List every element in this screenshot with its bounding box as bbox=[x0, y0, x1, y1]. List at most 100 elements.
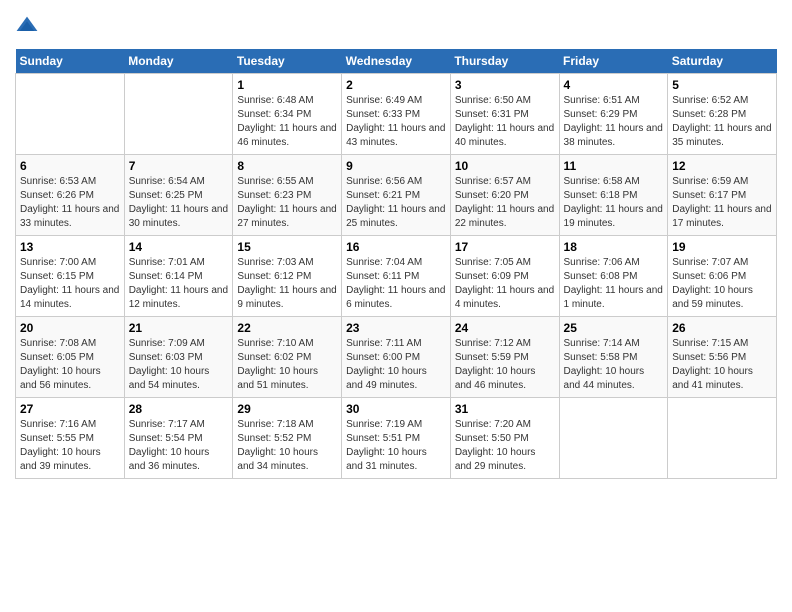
day-number: 29 bbox=[237, 402, 337, 416]
day-cell: 30 Sunrise: 7:19 AM Sunset: 5:51 PM Dayli… bbox=[342, 398, 451, 479]
day-number: 2 bbox=[346, 78, 446, 92]
day-cell: 19 Sunrise: 7:07 AM Sunset: 6:06 PM Dayli… bbox=[668, 236, 777, 317]
day-info: Sunrise: 6:49 AM Sunset: 6:33 PM Dayligh… bbox=[346, 94, 446, 150]
day-cell: 29 Sunrise: 7:18 AM Sunset: 5:52 PM Dayli… bbox=[233, 398, 342, 479]
calendar-table: SundayMondayTuesdayWednesdayThursdayFrid… bbox=[15, 49, 777, 479]
day-info: Sunrise: 7:05 AM Sunset: 6:09 PM Dayligh… bbox=[455, 256, 555, 312]
day-cell: 18 Sunrise: 7:06 AM Sunset: 6:08 PM Dayli… bbox=[559, 236, 668, 317]
day-cell: 9 Sunrise: 6:56 AM Sunset: 6:21 PM Daylig… bbox=[342, 155, 451, 236]
day-info: Sunrise: 7:18 AM Sunset: 5:52 PM Dayligh… bbox=[237, 418, 337, 474]
day-info: Sunrise: 7:20 AM Sunset: 5:50 PM Dayligh… bbox=[455, 418, 555, 474]
column-header-monday: Monday bbox=[124, 49, 233, 74]
day-number: 6 bbox=[20, 159, 120, 173]
day-number: 16 bbox=[346, 240, 446, 254]
day-number: 23 bbox=[346, 321, 446, 335]
calendar-header-row: SundayMondayTuesdayWednesdayThursdayFrid… bbox=[16, 49, 777, 74]
day-cell: 27Sunrise: 7:16 AM Sunset: 5:55 PM Dayli… bbox=[16, 398, 125, 479]
day-info: Sunrise: 7:14 AM Sunset: 5:58 PM Dayligh… bbox=[564, 337, 664, 393]
day-cell: 20Sunrise: 7:08 AM Sunset: 6:05 PM Dayli… bbox=[16, 317, 125, 398]
day-info: Sunrise: 7:19 AM Sunset: 5:51 PM Dayligh… bbox=[346, 418, 446, 474]
day-info: Sunrise: 7:01 AM Sunset: 6:14 PM Dayligh… bbox=[129, 256, 229, 312]
day-cell: 26 Sunrise: 7:15 AM Sunset: 5:56 PM Dayli… bbox=[668, 317, 777, 398]
day-info: Sunrise: 7:10 AM Sunset: 6:02 PM Dayligh… bbox=[237, 337, 337, 393]
day-cell: 10 Sunrise: 6:57 AM Sunset: 6:20 PM Dayli… bbox=[450, 155, 559, 236]
day-cell: 11 Sunrise: 6:58 AM Sunset: 6:18 PM Dayli… bbox=[559, 155, 668, 236]
logo-icon bbox=[15, 15, 39, 39]
day-cell: 4Sunrise: 6:51 AM Sunset: 6:29 PM Daylig… bbox=[559, 74, 668, 155]
column-header-friday: Friday bbox=[559, 49, 668, 74]
day-info: Sunrise: 7:09 AM Sunset: 6:03 PM Dayligh… bbox=[129, 337, 229, 393]
week-row-5: 27Sunrise: 7:16 AM Sunset: 5:55 PM Dayli… bbox=[16, 398, 777, 479]
day-number: 17 bbox=[455, 240, 555, 254]
day-info: Sunrise: 7:08 AM Sunset: 6:05 PM Dayligh… bbox=[20, 337, 120, 393]
day-number: 26 bbox=[672, 321, 772, 335]
day-number: 10 bbox=[455, 159, 555, 173]
day-cell: 17 Sunrise: 7:05 AM Sunset: 6:09 PM Dayli… bbox=[450, 236, 559, 317]
day-number: 14 bbox=[129, 240, 229, 254]
day-number: 12 bbox=[672, 159, 772, 173]
day-cell: 31Sunrise: 7:20 AM Sunset: 5:50 PM Dayli… bbox=[450, 398, 559, 479]
day-cell: 6Sunrise: 6:53 AM Sunset: 6:26 PM Daylig… bbox=[16, 155, 125, 236]
day-number: 22 bbox=[237, 321, 337, 335]
day-info: Sunrise: 7:06 AM Sunset: 6:08 PM Dayligh… bbox=[564, 256, 664, 312]
day-cell: 25 Sunrise: 7:14 AM Sunset: 5:58 PM Dayli… bbox=[559, 317, 668, 398]
day-cell: 12 Sunrise: 6:59 AM Sunset: 6:17 PM Dayli… bbox=[668, 155, 777, 236]
day-number: 9 bbox=[346, 159, 446, 173]
day-cell: 13 Sunrise: 7:00 AM Sunset: 6:15 PM Dayli… bbox=[16, 236, 125, 317]
day-info: Sunrise: 6:48 AM Sunset: 6:34 PM Dayligh… bbox=[237, 94, 337, 150]
day-cell bbox=[668, 398, 777, 479]
day-cell bbox=[559, 398, 668, 479]
day-cell: 22 Sunrise: 7:10 AM Sunset: 6:02 PM Dayli… bbox=[233, 317, 342, 398]
day-number: 5 bbox=[672, 78, 772, 92]
day-number: 13 bbox=[20, 240, 120, 254]
day-cell: 2 Sunrise: 6:49 AM Sunset: 6:33 PM Daylig… bbox=[342, 74, 451, 155]
day-info: Sunrise: 6:50 AM Sunset: 6:31 PM Dayligh… bbox=[455, 94, 555, 150]
day-cell bbox=[124, 74, 233, 155]
column-header-thursday: Thursday bbox=[450, 49, 559, 74]
day-cell bbox=[16, 74, 125, 155]
day-cell: 23 Sunrise: 7:11 AM Sunset: 6:00 PM Dayli… bbox=[342, 317, 451, 398]
day-info: Sunrise: 6:54 AM Sunset: 6:25 PM Dayligh… bbox=[129, 175, 229, 231]
day-number: 30 bbox=[346, 402, 446, 416]
column-header-tuesday: Tuesday bbox=[233, 49, 342, 74]
week-row-1: 1 Sunrise: 6:48 AM Sunset: 6:34 PM Daylig… bbox=[16, 74, 777, 155]
day-number: 8 bbox=[237, 159, 337, 173]
day-cell: 1 Sunrise: 6:48 AM Sunset: 6:34 PM Daylig… bbox=[233, 74, 342, 155]
day-number: 7 bbox=[129, 159, 229, 173]
day-cell: 5 Sunrise: 6:52 AM Sunset: 6:28 PM Daylig… bbox=[668, 74, 777, 155]
day-info: Sunrise: 6:58 AM Sunset: 6:18 PM Dayligh… bbox=[564, 175, 664, 231]
day-cell: 14 Sunrise: 7:01 AM Sunset: 6:14 PM Dayli… bbox=[124, 236, 233, 317]
day-info: Sunrise: 7:07 AM Sunset: 6:06 PM Dayligh… bbox=[672, 256, 772, 312]
day-info: Sunrise: 7:00 AM Sunset: 6:15 PM Dayligh… bbox=[20, 256, 120, 312]
day-info: Sunrise: 6:56 AM Sunset: 6:21 PM Dayligh… bbox=[346, 175, 446, 231]
week-row-3: 13 Sunrise: 7:00 AM Sunset: 6:15 PM Dayli… bbox=[16, 236, 777, 317]
day-info: Sunrise: 6:59 AM Sunset: 6:17 PM Dayligh… bbox=[672, 175, 772, 231]
day-number: 18 bbox=[564, 240, 664, 254]
day-cell: 7 Sunrise: 6:54 AM Sunset: 6:25 PM Daylig… bbox=[124, 155, 233, 236]
day-number: 15 bbox=[237, 240, 337, 254]
day-number: 28 bbox=[129, 402, 229, 416]
week-row-4: 20Sunrise: 7:08 AM Sunset: 6:05 PM Dayli… bbox=[16, 317, 777, 398]
column-header-wednesday: Wednesday bbox=[342, 49, 451, 74]
day-number: 1 bbox=[237, 78, 337, 92]
day-cell: 21 Sunrise: 7:09 AM Sunset: 6:03 PM Dayli… bbox=[124, 317, 233, 398]
day-info: Sunrise: 7:11 AM Sunset: 6:00 PM Dayligh… bbox=[346, 337, 446, 393]
day-info: Sunrise: 7:04 AM Sunset: 6:11 PM Dayligh… bbox=[346, 256, 446, 312]
day-info: Sunrise: 6:52 AM Sunset: 6:28 PM Dayligh… bbox=[672, 94, 772, 150]
day-info: Sunrise: 7:16 AM Sunset: 5:55 PM Dayligh… bbox=[20, 418, 120, 474]
day-info: Sunrise: 7:17 AM Sunset: 5:54 PM Dayligh… bbox=[129, 418, 229, 474]
day-number: 11 bbox=[564, 159, 664, 173]
page-header bbox=[15, 15, 777, 39]
week-row-2: 6Sunrise: 6:53 AM Sunset: 6:26 PM Daylig… bbox=[16, 155, 777, 236]
day-cell: 16 Sunrise: 7:04 AM Sunset: 6:11 PM Dayli… bbox=[342, 236, 451, 317]
day-number: 19 bbox=[672, 240, 772, 254]
day-cell: 3Sunrise: 6:50 AM Sunset: 6:31 PM Daylig… bbox=[450, 74, 559, 155]
day-number: 4 bbox=[564, 78, 664, 92]
day-info: Sunrise: 6:57 AM Sunset: 6:20 PM Dayligh… bbox=[455, 175, 555, 231]
logo bbox=[15, 15, 41, 39]
column-header-saturday: Saturday bbox=[668, 49, 777, 74]
day-info: Sunrise: 7:12 AM Sunset: 5:59 PM Dayligh… bbox=[455, 337, 555, 393]
day-number: 25 bbox=[564, 321, 664, 335]
day-info: Sunrise: 7:15 AM Sunset: 5:56 PM Dayligh… bbox=[672, 337, 772, 393]
day-number: 21 bbox=[129, 321, 229, 335]
